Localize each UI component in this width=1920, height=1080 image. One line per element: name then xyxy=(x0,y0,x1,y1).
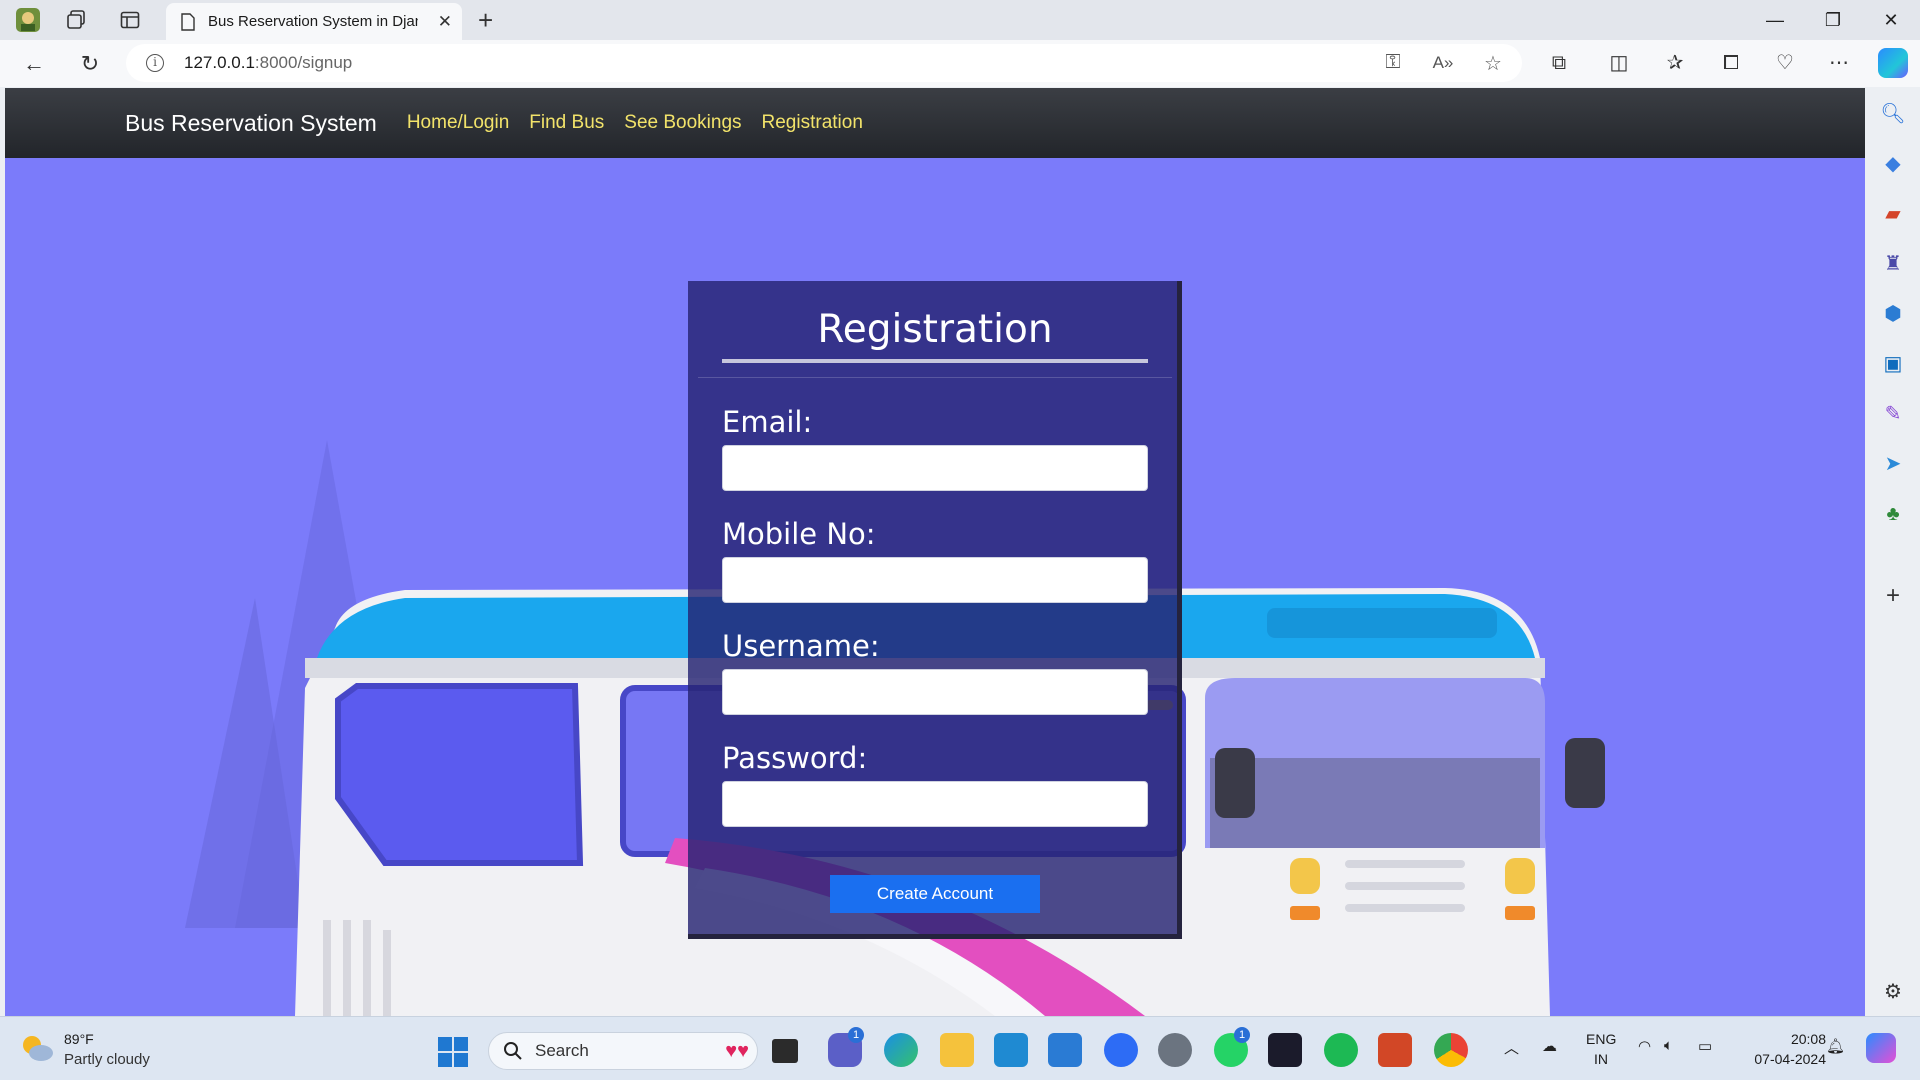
show-hidden-icons-chevron-icon[interactable]: ︿ xyxy=(1504,1037,1519,1058)
extensions-icon[interactable]: ⧉ xyxy=(1544,49,1574,77)
site-info-icon[interactable]: i xyxy=(146,54,164,72)
search-icon xyxy=(504,1042,522,1060)
username-label: Username: xyxy=(722,629,880,663)
address-bar[interactable]: i 127.0.0.1:8000/signup ⚿ A» ☆ xyxy=(126,44,1522,82)
close-tab-icon[interactable]: ✕ xyxy=(438,12,452,32)
weather-desc[interactable]: Partly cloudy xyxy=(64,1051,150,1068)
password-field[interactable] xyxy=(722,781,1148,827)
back-arrow-icon[interactable]: ← xyxy=(18,49,50,79)
add-app-icon[interactable]: + xyxy=(1879,582,1907,610)
registration-card: Registration Email: Mobile No: Username:… xyxy=(688,281,1182,939)
form-title: Registration xyxy=(817,307,1053,352)
whatsapp-badge: 1 xyxy=(1234,1027,1250,1043)
battery-icon[interactable]: ▭ xyxy=(1698,1037,1712,1055)
email-field[interactable] xyxy=(722,445,1148,491)
search-icon[interactable]: 🔍︎ xyxy=(1879,100,1907,128)
workspaces-icon[interactable] xyxy=(62,6,90,34)
profile-avatar-icon[interactable] xyxy=(14,6,42,34)
username-field[interactable] xyxy=(722,669,1148,715)
search-label: Search xyxy=(535,1041,589,1060)
weather-icon[interactable] xyxy=(18,1031,56,1065)
password-key-icon[interactable]: ⚿ xyxy=(1380,51,1406,74)
create-account-button[interactable]: Create Account xyxy=(830,875,1040,913)
clock-time[interactable]: 20:08 xyxy=(1764,1031,1826,1047)
browser-titlebar: Bus Reservation System in Djang ✕ + — ❐ … xyxy=(0,0,1920,40)
tab-title: Bus Reservation System in Djang xyxy=(208,13,418,30)
favorites-icon[interactable]: ✰ xyxy=(1660,49,1690,77)
close-window-button[interactable]: ✕ xyxy=(1868,6,1914,34)
site-brand[interactable]: Bus Reservation System xyxy=(125,110,377,137)
copilot-icon[interactable] xyxy=(1878,48,1908,78)
mobile-field[interactable] xyxy=(722,557,1148,603)
microsoft-365-icon[interactable]: ⬢ xyxy=(1879,300,1907,328)
chrome-icon[interactable] xyxy=(1434,1033,1468,1067)
hearts-decoration-icon: ♥♥ xyxy=(725,1039,749,1062)
nav-registration[interactable]: Registration xyxy=(762,112,863,134)
onedrive-cloud-icon[interactable]: ☁ xyxy=(1542,1037,1557,1055)
windows-start-icon[interactable] xyxy=(438,1037,468,1067)
spotify-icon[interactable] xyxy=(1324,1033,1358,1067)
browser-tab[interactable]: Bus Reservation System in Djang ✕ xyxy=(166,3,462,40)
browser-toolbar: ← ↻ i 127.0.0.1:8000/signup ⚿ A» ☆ ⧉ ◫ ✰… xyxy=(0,40,1920,87)
divider xyxy=(698,377,1172,378)
refresh-icon[interactable]: ↻ xyxy=(74,49,106,79)
password-label: Password: xyxy=(722,741,868,775)
minimize-button[interactable]: — xyxy=(1752,6,1798,34)
weather-temp[interactable]: 89°F xyxy=(64,1031,94,1047)
nav-home-login[interactable]: Home/Login xyxy=(407,112,509,134)
vertical-tabs-icon[interactable] xyxy=(116,6,144,34)
nav-see-bookings[interactable]: See Bookings xyxy=(624,112,741,134)
microsoft-store-icon[interactable] xyxy=(1048,1033,1082,1067)
settings-icon[interactable] xyxy=(1158,1033,1192,1067)
windows-taskbar: 89°F Partly cloudy Search ♥♥ 1 1 ︿ ☁ ENG… xyxy=(0,1016,1920,1080)
page-icon xyxy=(181,12,195,31)
language-top[interactable]: ENG xyxy=(1586,1031,1616,1047)
games-icon[interactable]: ♜ xyxy=(1879,250,1907,278)
restore-button[interactable]: ❐ xyxy=(1810,6,1856,34)
edge-sidebar: 🔍︎ ◆ ▰ ♜ ⬢ ▣ ✎ ➤ ♣ + ⚙ xyxy=(1866,88,1920,1016)
taskbar-search[interactable]: Search ♥♥ xyxy=(488,1032,758,1070)
url-text: 127.0.0.1:8000/signup xyxy=(184,53,353,72)
title-underline xyxy=(722,359,1148,363)
vscode-icon[interactable] xyxy=(994,1033,1028,1067)
tree-icon[interactable]: ♣ xyxy=(1879,500,1907,528)
file-explorer-icon[interactable] xyxy=(940,1033,974,1067)
new-tab-button[interactable]: + xyxy=(478,6,493,34)
favorite-star-icon[interactable]: ☆ xyxy=(1480,51,1506,76)
read-aloud-icon[interactable]: A» xyxy=(1430,53,1456,73)
webex-icon[interactable] xyxy=(1268,1033,1302,1067)
copilot-preview-icon[interactable] xyxy=(1866,1033,1896,1063)
shopping-tag-icon[interactable]: ◆ xyxy=(1879,150,1907,178)
page-viewport: Bus Reservation System Home/Login Find B… xyxy=(5,88,1865,1016)
designer-icon[interactable]: ✎ xyxy=(1879,400,1907,428)
email-label: Email: xyxy=(722,405,813,439)
zoom-icon[interactable] xyxy=(1104,1033,1138,1067)
more-menu-icon[interactable]: ⋯ xyxy=(1824,49,1854,77)
edge-browser-icon[interactable] xyxy=(884,1033,918,1067)
volume-icon[interactable]: 🔈︎ xyxy=(1664,1037,1673,1054)
settings-gear-icon[interactable]: ⚙ xyxy=(1879,978,1907,1006)
site-navbar: Bus Reservation System Home/Login Find B… xyxy=(5,88,1865,158)
browser-essentials-icon[interactable]: ♡ xyxy=(1770,49,1800,77)
split-screen-icon[interactable]: ◫ xyxy=(1604,49,1634,77)
clock-date[interactable]: 07-04-2024 xyxy=(1736,1051,1826,1067)
nav-find-bus[interactable]: Find Bus xyxy=(529,112,604,134)
wifi-icon[interactable]: ◠ xyxy=(1638,1037,1651,1055)
notification-bell-icon[interactable]: 🔔︎ xyxy=(1826,1037,1845,1055)
send-icon[interactable]: ➤ xyxy=(1879,450,1907,478)
tools-briefcase-icon[interactable]: ▰ xyxy=(1879,200,1907,228)
chat-badge: 1 xyxy=(848,1027,864,1043)
mobile-label: Mobile No: xyxy=(722,517,876,551)
collections-icon[interactable]: ⧠ xyxy=(1716,49,1746,77)
powerpoint-icon[interactable] xyxy=(1378,1033,1412,1067)
language-bottom[interactable]: IN xyxy=(1594,1051,1608,1067)
outlook-icon[interactable]: ▣ xyxy=(1879,350,1907,378)
task-view-icon[interactable] xyxy=(772,1039,798,1063)
